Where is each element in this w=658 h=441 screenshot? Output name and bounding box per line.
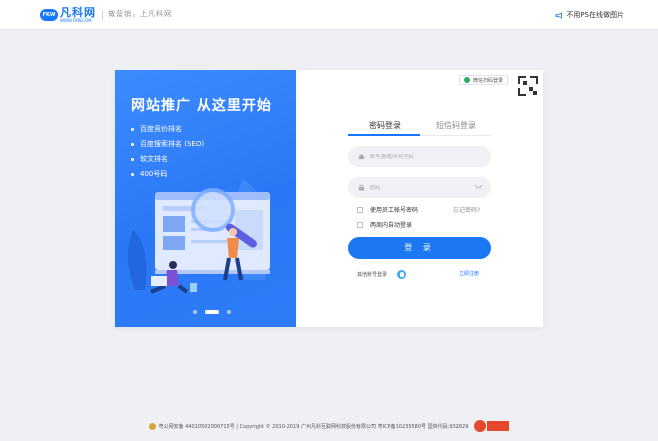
password-field[interactable]	[348, 177, 491, 198]
police-badge-icon	[148, 422, 156, 430]
trust-badge[interactable]	[474, 420, 510, 432]
qr-code-corner-icon[interactable]	[516, 74, 540, 98]
auto-login-option[interactable]: 两周内自动登录	[357, 220, 412, 229]
auto-login-checkbox[interactable]	[357, 221, 363, 228]
trust-seal-icon	[474, 420, 487, 432]
carousel-dots	[189, 310, 235, 314]
other-login-label: 其他账号登录	[357, 272, 388, 278]
user-icon	[358, 153, 365, 160]
site-logo[interactable]: FKW 凡科网 WWW.FKW.COM	[40, 6, 96, 24]
login-card: 网站推广 从这里开始 百度竞价排名 百度搜索排名 (SEO) 软文排名 400号…	[115, 70, 543, 327]
promo-feature-item: 百度搜索排名 (SEO)	[131, 137, 204, 152]
logo-badge: FKW	[40, 9, 58, 21]
carousel-dot-active[interactable]	[205, 310, 219, 314]
account-field[interactable]	[348, 146, 491, 167]
promo-banner[interactable]: 网站推广 从这里开始 百度竞价排名 百度搜索排名 (SEO) 软文排名 400号…	[115, 70, 296, 327]
promo-title: 网站推广 从这里开始	[131, 98, 272, 114]
login-method-tabs: 密码登录 短信码登录	[348, 118, 491, 136]
image-maker-link[interactable]: 不用PS在线做图片	[555, 10, 624, 20]
header-divider	[102, 10, 103, 20]
employee-account-option[interactable]: 使用员工帐号密码	[357, 205, 418, 214]
password-input[interactable]	[370, 184, 470, 191]
login-button[interactable]: 登 录	[348, 237, 491, 259]
account-input[interactable]	[370, 153, 470, 160]
page-footer: 粤公网安备 44010502000715号 | Copyright © 2010…	[0, 420, 658, 432]
promo-feature-item: 百度竞价排名	[131, 122, 204, 137]
register-link[interactable]: 立即注册	[459, 270, 479, 277]
lock-icon	[358, 184, 365, 191]
wechat-qr-login-label: 微信扫码登录	[473, 77, 504, 84]
qq-login-icon[interactable]	[397, 270, 407, 279]
logo-url: WWW.FKW.COM	[60, 18, 92, 23]
megaphone-icon	[555, 11, 563, 19]
auto-login-label: 两周内自动登录	[370, 222, 413, 229]
carousel-dot[interactable]	[193, 310, 197, 314]
seo-illustration	[127, 180, 270, 294]
promo-feature-item: 软文排名	[131, 152, 204, 167]
tab-sms-login[interactable]: 短信码登录	[436, 120, 476, 131]
header-slogan: 做营销，上凡科网	[108, 10, 172, 18]
trust-certificate-icon	[487, 421, 510, 431]
logo-text: 凡科网 WWW.FKW.COM	[60, 7, 96, 23]
active-tab-underline	[348, 134, 420, 136]
carousel-dot[interactable]	[227, 310, 231, 314]
image-maker-link-label: 不用PS在线做图片	[566, 11, 624, 19]
employee-account-label: 使用员工帐号密码	[370, 207, 419, 214]
employee-account-checkbox[interactable]	[357, 206, 363, 213]
top-header: FKW 凡科网 WWW.FKW.COM 做营销，上凡科网 不用PS在线做图片	[0, 0, 658, 30]
other-login-row: 其他账号登录	[357, 270, 407, 279]
wechat-icon	[464, 77, 470, 83]
footer-text: 粤公网安备 44010502000715号 | Copyright © 2010…	[158, 423, 469, 430]
forgot-password-link[interactable]: 忘记密码?	[453, 205, 480, 214]
wechat-qr-login-chip[interactable]: 微信扫码登录	[459, 75, 509, 85]
eye-closed-icon[interactable]	[474, 184, 483, 190]
logo-name: 凡科网	[60, 6, 96, 19]
tab-password-login[interactable]: 密码登录	[369, 120, 401, 131]
